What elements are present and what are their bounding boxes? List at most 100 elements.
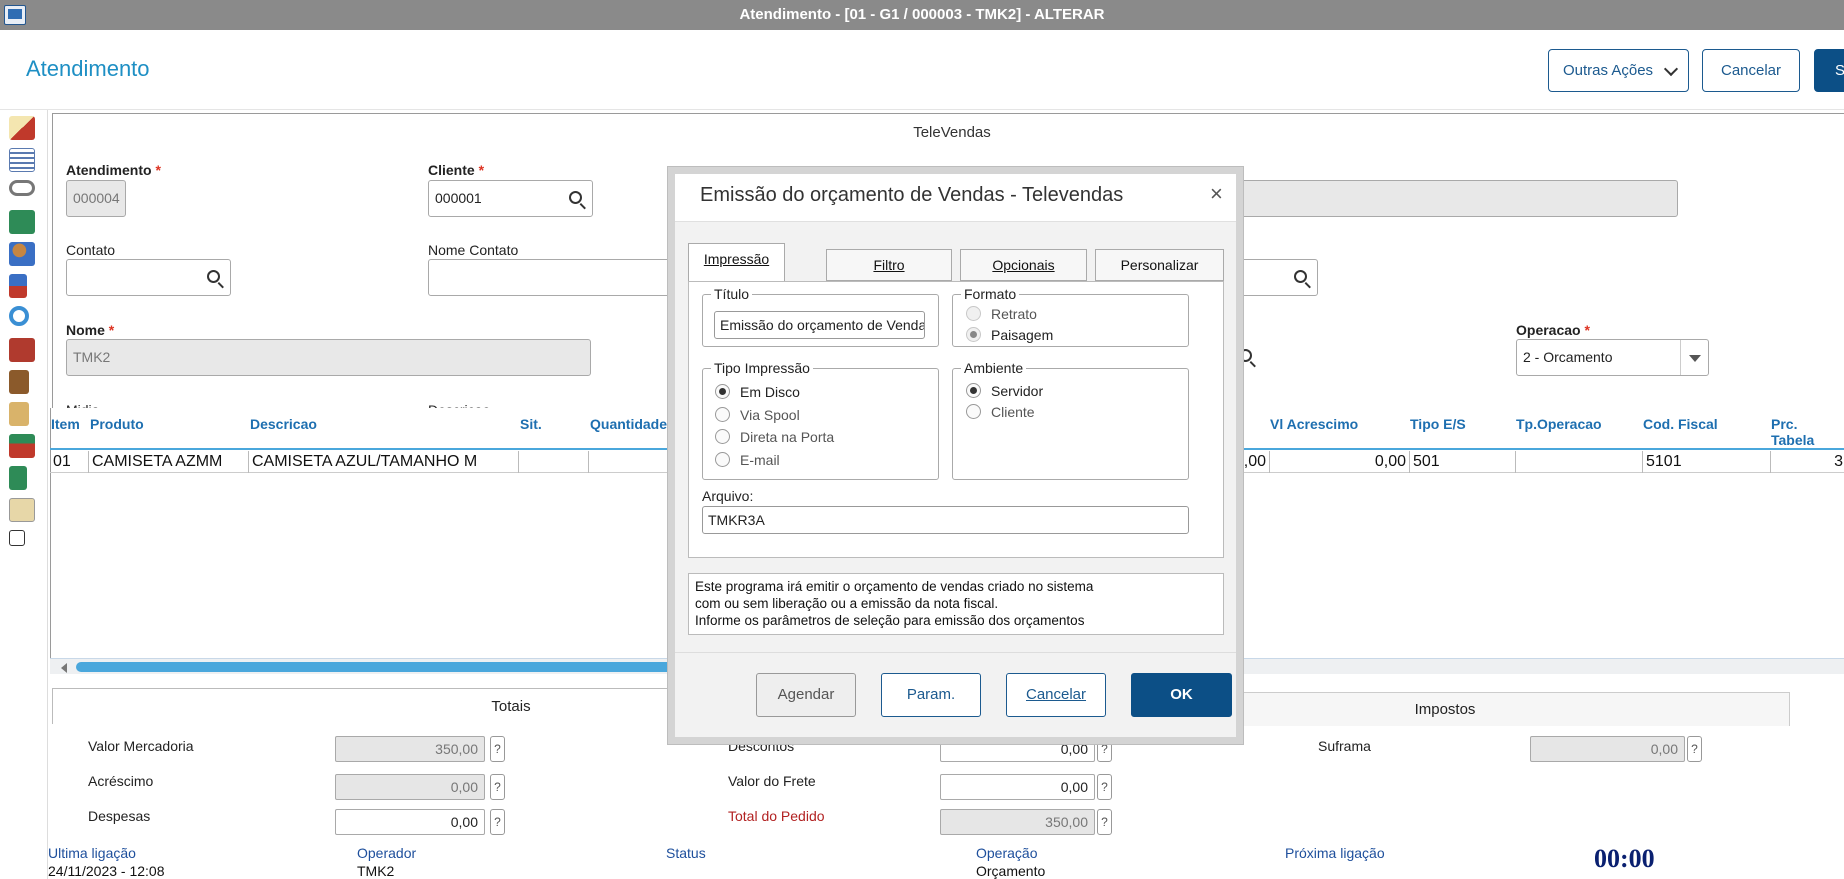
- col-header-produto[interactable]: Produto: [90, 416, 144, 432]
- sort-az-icon[interactable]: [9, 274, 27, 298]
- help-button[interactable]: ?: [490, 809, 505, 835]
- nome-contato-field[interactable]: [428, 259, 673, 296]
- despesas-label: Despesas: [88, 808, 151, 824]
- link-icon[interactable]: [9, 180, 35, 196]
- titulo-input[interactable]: Emissão do orçamento de Vendas - Televen…: [714, 311, 925, 339]
- help-button[interactable]: ?: [1097, 774, 1112, 800]
- tab-impressao[interactable]: Impressão: [688, 243, 785, 281]
- em-disco-label: Em Disco: [740, 384, 800, 400]
- money-doc-icon[interactable]: [9, 466, 27, 490]
- proxima-ligacao-label: Próxima ligação: [1285, 845, 1385, 861]
- cancel-button[interactable]: Cancelar: [1702, 49, 1800, 92]
- cliente-field[interactable]: 000001: [428, 180, 593, 217]
- col-header-prc-tabela[interactable]: Prc. Tabela: [1771, 416, 1844, 448]
- cell-vl-acrescimo[interactable]: 0,00: [1270, 451, 1410, 473]
- nome-label-text: Nome: [66, 322, 105, 338]
- save-button[interactable]: S: [1814, 49, 1844, 92]
- help-button[interactable]: ?: [1097, 809, 1112, 835]
- operacao-value: 2 - Orcamento: [1523, 349, 1613, 365]
- dialog-cancel-button[interactable]: Cancelar: [1006, 673, 1106, 717]
- arquivo-input[interactable]: TMKR3A: [702, 506, 1189, 534]
- lookup-field-right[interactable]: [1236, 259, 1318, 296]
- operacao-status-value: Orçamento: [976, 863, 1046, 879]
- col-header-vl-acrescimo[interactable]: Vl Acrescimo: [1270, 416, 1358, 432]
- via-spool-radio[interactable]: [715, 407, 730, 422]
- operacao-label: Operacao *: [1516, 322, 1590, 338]
- cell-tipo-es[interactable]: 501: [1410, 451, 1516, 473]
- total-pedido-label: Total do Pedido: [728, 808, 825, 824]
- nome-field: TMK2: [66, 339, 591, 376]
- paisagem-radio[interactable]: [966, 327, 981, 342]
- close-icon[interactable]: ×: [1210, 181, 1223, 207]
- total-pedido-field: 350,00: [940, 809, 1095, 835]
- gift-icon[interactable]: [9, 434, 35, 458]
- tab-opcionais[interactable]: Opcionais: [960, 249, 1087, 281]
- scroll-left-icon[interactable]: [56, 663, 67, 673]
- servidor-radio[interactable]: [966, 383, 981, 398]
- outras-acoes-button[interactable]: Outras Ações: [1548, 49, 1689, 92]
- cell-produto[interactable]: CAMISETA AZMM: [89, 451, 249, 473]
- help-button[interactable]: ?: [490, 774, 505, 800]
- cell-tp-operacao[interactable]: [1516, 451, 1643, 473]
- em-disco-radio[interactable]: [715, 384, 730, 399]
- tab-opcionais-label: Opcionais: [992, 257, 1055, 273]
- edit-icon[interactable]: [9, 116, 35, 140]
- ok-button[interactable]: OK: [1131, 673, 1232, 717]
- cell-descricao[interactable]: CAMISETA AZUL/TAMANHO M: [249, 451, 519, 473]
- tab-totais-label: Totais: [491, 698, 531, 715]
- col-header-tipo-es[interactable]: Tipo E/S: [1410, 416, 1466, 432]
- cliente-radio-label: Cliente: [991, 404, 1035, 420]
- app-icon[interactable]: [4, 5, 26, 25]
- search-icon[interactable]: [569, 191, 582, 204]
- despesas-field[interactable]: 0,00: [335, 809, 485, 835]
- atendimento-label-text: Atendimento: [66, 162, 152, 178]
- page-title: Atendimento: [26, 56, 150, 81]
- scroll-icon[interactable]: [9, 402, 29, 426]
- retrato-label: Retrato: [991, 306, 1037, 322]
- status-label: Status: [666, 845, 706, 861]
- cell-prc-tabela[interactable]: 3: [1771, 451, 1844, 473]
- retrato-radio[interactable]: [966, 306, 981, 321]
- cliente-radio[interactable]: [966, 404, 981, 419]
- tab-filtro[interactable]: Filtro: [826, 249, 952, 281]
- col-header-quantidade[interactable]: Quantidade: [590, 416, 667, 432]
- tab-televendas[interactable]: TeleVendas: [52, 113, 1844, 151]
- scrollbar-thumb[interactable]: [76, 662, 676, 672]
- operacao-status-label: Operação: [976, 845, 1038, 861]
- email-radio[interactable]: [715, 452, 730, 467]
- cell-item[interactable]: 01: [50, 451, 89, 473]
- cliente-label: Cliente *: [428, 162, 484, 178]
- operacao-select[interactable]: 2 - Orcamento: [1516, 339, 1709, 376]
- dropdown-arrow-icon[interactable]: [1680, 340, 1708, 375]
- param-button[interactable]: Param.: [881, 673, 981, 717]
- suframa-label: Suframa: [1318, 738, 1371, 754]
- money-box-icon[interactable]: [9, 210, 35, 234]
- agendar-button[interactable]: Agendar: [756, 673, 856, 717]
- search-icon[interactable]: [1294, 270, 1307, 283]
- col-header-cod-fiscal[interactable]: Cod. Fiscal: [1643, 416, 1718, 432]
- search-icon[interactable]: [9, 306, 29, 326]
- valor-frete-field[interactable]: 0,00: [940, 774, 1095, 800]
- direta-porta-radio[interactable]: [715, 429, 730, 444]
- help-button[interactable]: ?: [1687, 736, 1702, 762]
- user-money-icon[interactable]: [9, 242, 35, 266]
- cell-partial[interactable]: ,00: [1240, 451, 1270, 473]
- nome-contato-label: Nome Contato: [428, 242, 519, 258]
- col-header-descricao[interactable]: Descricao: [250, 416, 317, 432]
- clipboard-icon[interactable]: [9, 370, 29, 394]
- cell-sit[interactable]: [519, 451, 589, 473]
- tab-impressao-label: Impressão: [703, 251, 770, 267]
- col-header-item[interactable]: Item: [51, 416, 80, 432]
- tab-personalizar[interactable]: Personalizar: [1095, 249, 1224, 281]
- calculator-icon[interactable]: [9, 530, 25, 546]
- table-icon[interactable]: [9, 148, 35, 172]
- contato-field[interactable]: [66, 259, 231, 296]
- cell-cod-fiscal[interactable]: 5101: [1643, 451, 1771, 473]
- col-header-tp-operacao[interactable]: Tp.Operacao: [1516, 416, 1602, 432]
- search-icon[interactable]: [207, 270, 220, 283]
- col-header-sit[interactable]: Sit.: [520, 416, 542, 432]
- notes-icon[interactable]: [9, 498, 35, 522]
- box-icon[interactable]: [9, 338, 35, 362]
- formato-legend: Formato: [961, 286, 1020, 302]
- help-button[interactable]: ?: [490, 736, 505, 762]
